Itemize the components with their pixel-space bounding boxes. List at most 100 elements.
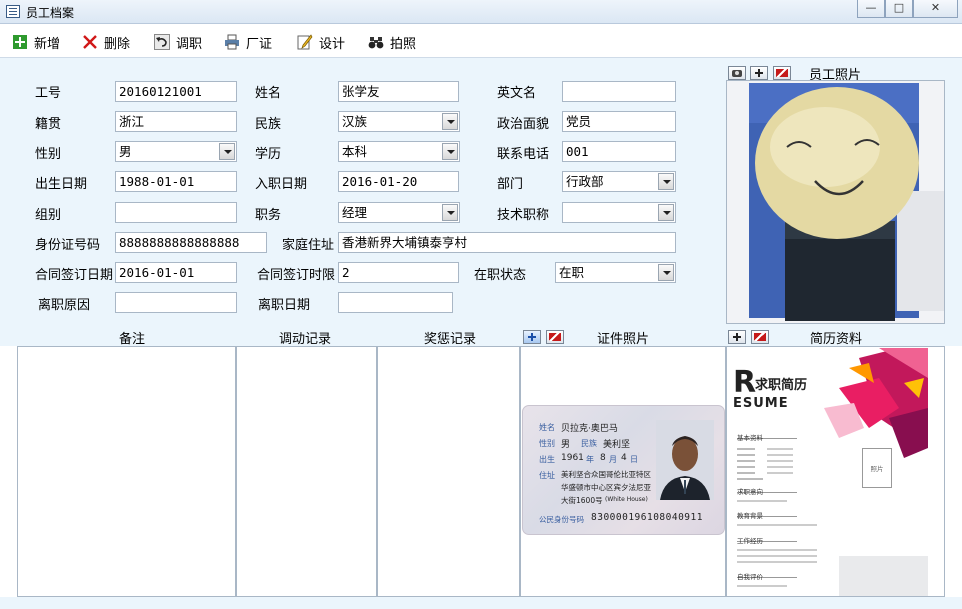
resume-image: R 求职简历 ESUME 基本资料 照片 求职意向 教育背景 工作经历 自我评价 [729, 348, 928, 596]
resume-photo-box: 照片 [862, 448, 892, 488]
employee-form: 工号 20160121001 姓名 张学友 英文名 籍贯 浙江 民族 汉族 政治… [0, 58, 724, 326]
factory-card-label: 厂证 [246, 36, 273, 52]
gender-select[interactable]: 男 [115, 141, 237, 162]
clear-id-photo-icon[interactable] [546, 330, 564, 344]
id-birth-year: 1961 [561, 453, 584, 463]
id-birth-month: 8 [600, 453, 606, 463]
leave-reason-input[interactable] [115, 292, 237, 313]
chevron-down-icon[interactable] [219, 143, 235, 160]
phone-input[interactable]: 001 [562, 141, 676, 162]
id-address-en: (White House) [605, 496, 648, 503]
maximize-button[interactable]: □ [885, 0, 913, 18]
resume-title: 简历资料 [810, 332, 863, 347]
transfer-log-title: 调动记录 [279, 332, 332, 347]
resume-section-self: 自我评价 [737, 573, 763, 581]
factory-card-button[interactable]: 厂证 [224, 32, 272, 52]
chevron-down-icon[interactable] [442, 204, 458, 221]
emp-no-input[interactable]: 20160121001 [115, 81, 237, 102]
close-button[interactable]: ✕ [913, 0, 958, 18]
chevron-down-icon[interactable] [442, 113, 458, 130]
design-label: 设计 [319, 36, 346, 52]
english-name-input[interactable] [562, 81, 676, 102]
resume-section-basic: 基本资料 [737, 434, 763, 442]
chevron-down-icon[interactable] [658, 173, 674, 190]
ethnicity-label: 民族 [255, 117, 282, 132]
resume-logo-cn: 求职简历 [755, 378, 808, 393]
position-select[interactable]: 经理 [338, 202, 460, 223]
camera-icon[interactable] [728, 66, 746, 80]
edit-icon [297, 34, 313, 50]
printer-icon [225, 34, 239, 50]
status-select[interactable]: 在职 [555, 262, 676, 283]
id-month-unit: 月 [609, 455, 617, 464]
clear-resume-icon[interactable] [751, 330, 769, 344]
id-name: 贝拉克·奥巴马 [561, 424, 618, 434]
native-place-input[interactable]: 浙江 [115, 111, 237, 132]
chevron-down-icon[interactable] [442, 143, 458, 160]
id-address-line2: 华盛顿市中心区宾夕法尼亚 [561, 483, 651, 492]
name-input[interactable]: 张学友 [338, 81, 459, 102]
contract-date-input[interactable]: 2016-01-01 [115, 262, 237, 283]
id-no-label: 身份证号码 [35, 238, 101, 253]
political-label: 政治面貌 [497, 117, 550, 132]
id-ethnicity: 美利坚 [603, 440, 631, 450]
resume-logo-letter: R [733, 365, 757, 400]
add-icon [13, 35, 27, 49]
tech-title-select[interactable] [562, 202, 676, 223]
chevron-down-icon[interactable] [658, 264, 674, 281]
add-photo-icon[interactable] [750, 66, 768, 80]
design-button[interactable]: 设计 [297, 32, 345, 52]
position-label: 职务 [255, 208, 282, 223]
leave-date-label: 离职日期 [258, 298, 311, 313]
delete-button[interactable]: 删除 [82, 32, 130, 52]
education-select[interactable]: 本科 [338, 141, 460, 162]
emp-no-label: 工号 [35, 86, 62, 101]
transfer-log-list[interactable] [236, 346, 377, 597]
position-value: 经理 [342, 205, 368, 220]
contract-term-input[interactable]: 2 [338, 262, 459, 283]
add-label: 新增 [34, 36, 61, 52]
add-button[interactable]: 新增 [12, 32, 60, 52]
id-birth-day: 4 [621, 453, 627, 463]
name-label: 姓名 [255, 86, 282, 101]
birth-date-input[interactable]: 1988-01-01 [115, 171, 237, 192]
clear-photo-icon[interactable] [773, 66, 791, 80]
id-photo-frame[interactable]: 姓名 贝拉克·奥巴马 性别 男 民族 美利坚 出生 1961 年 8 月 4 日… [520, 346, 726, 597]
employee-photo-panel: 员工照片 [724, 58, 962, 326]
id-no-input[interactable]: 8888888888888888 [115, 232, 267, 253]
add-resume-icon[interactable] [728, 330, 746, 344]
delete-icon [83, 35, 97, 49]
id-ethnicity-label: 民族 [581, 439, 597, 448]
ethnicity-select[interactable]: 汉族 [338, 111, 460, 132]
id-number: 830000196108040911 [591, 512, 703, 523]
remarks-title: 备注 [119, 332, 146, 347]
employee-photo-frame[interactable] [726, 80, 945, 324]
remarks-textarea[interactable] [17, 346, 236, 597]
resume-frame[interactable]: R 求职简历 ESUME 基本资料 照片 求职意向 教育背景 工作经历 自我评价 [726, 346, 945, 597]
ethnicity-value: 汉族 [342, 114, 368, 129]
add-id-photo-icon[interactable] [523, 330, 541, 344]
app-icon [6, 5, 20, 18]
gender-label: 性别 [35, 147, 62, 162]
binoculars-icon [368, 37, 384, 49]
transfer-button[interactable]: 调职 [154, 32, 202, 52]
entry-date-input[interactable]: 2016-01-20 [338, 171, 459, 192]
minimize-button[interactable]: — [857, 0, 885, 18]
chevron-down-icon[interactable] [658, 204, 674, 221]
reward-log-list[interactable] [377, 346, 520, 597]
delete-label: 删除 [104, 36, 131, 52]
resume-logo-en: ESUME [733, 396, 789, 411]
resume-section-intent: 求职意向 [737, 488, 763, 496]
native-place-label: 籍贯 [35, 117, 62, 132]
address-input[interactable]: 香港新界大埔镇泰亨村 [338, 232, 676, 253]
political-input[interactable]: 党员 [562, 111, 676, 132]
leave-date-input[interactable] [338, 292, 453, 313]
contract-date-label: 合同签订日期 [35, 268, 114, 283]
photo-button[interactable]: 拍照 [368, 32, 416, 52]
department-select[interactable]: 行政部 [562, 171, 676, 192]
id-card-image: 姓名 贝拉克·奥巴马 性别 男 民族 美利坚 出生 1961 年 8 月 4 日… [522, 405, 725, 535]
department-label: 部门 [497, 177, 524, 192]
id-address-line1: 美利坚合众国哥伦比亚特区 [561, 470, 651, 479]
department-value: 行政部 [566, 174, 604, 189]
group-input[interactable] [115, 202, 237, 223]
